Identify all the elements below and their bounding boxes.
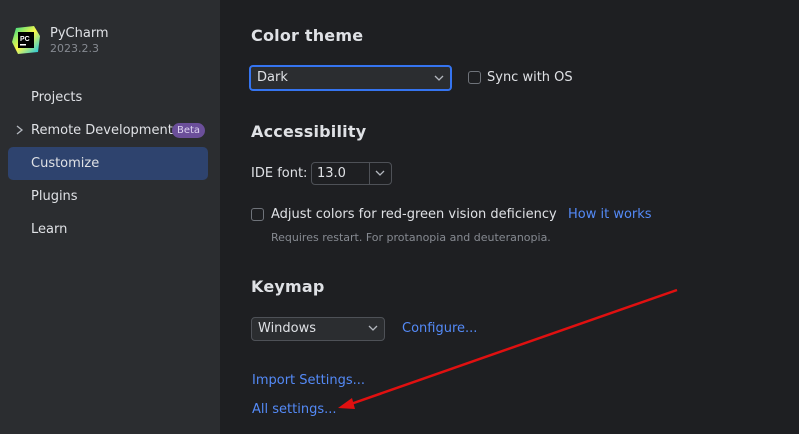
color-theme-dropdown[interactable]: Dark (249, 65, 452, 91)
combo-separator (369, 163, 370, 184)
keymap-dropdown[interactable]: Windows (251, 317, 385, 341)
chevron-down-icon (368, 325, 378, 331)
sync-with-os-checkbox[interactable] (468, 71, 481, 84)
color-theme-title: Color theme (251, 26, 364, 45)
how-it-works-link[interactable]: How it works (568, 207, 652, 222)
all-settings-link[interactable]: All settings... (252, 402, 337, 417)
sidebar-item-projects[interactable]: Projects (8, 81, 208, 114)
app-version: 2023.2.3 (50, 42, 99, 55)
sidebar-item-label: Plugins (31, 189, 78, 204)
ide-font-combo[interactable]: 13.0 (311, 162, 392, 185)
chevron-down-icon[interactable] (375, 170, 385, 177)
beta-badge: Beta (172, 123, 206, 138)
keymap-title: Keymap (251, 277, 325, 296)
ide-font-label: IDE font: (251, 166, 308, 181)
accessibility-title: Accessibility (251, 122, 367, 141)
sidebar: PC PyCharm 2023.2.3 Projects Remote Deve… (0, 0, 220, 434)
customize-panel: Color theme Dark Sync with OS Accessibil… (220, 0, 799, 434)
configure-keymap-link[interactable]: Configure... (402, 321, 477, 336)
sidebar-item-label: Remote Development (31, 123, 173, 138)
ide-font-value[interactable]: 13.0 (317, 166, 346, 181)
sidebar-item-plugins[interactable]: Plugins (8, 180, 208, 213)
pycharm-logo-icon: PC (12, 26, 40, 54)
sidebar-item-remote-development[interactable]: Remote Development Beta (8, 114, 208, 147)
color-theme-value: Dark (257, 70, 288, 85)
sidebar-item-learn[interactable]: Learn (8, 213, 208, 246)
sidebar-item-customize[interactable]: Customize (8, 147, 208, 180)
sidebar-item-label: Learn (31, 222, 68, 237)
svg-text:PC: PC (20, 36, 30, 43)
sidebar-item-label: Projects (31, 90, 83, 105)
sidebar-item-label: Customize (31, 156, 100, 171)
sync-with-os-label: Sync with OS (487, 70, 573, 85)
adjust-colors-checkbox[interactable] (251, 208, 264, 221)
keymap-value: Windows (258, 321, 317, 336)
import-settings-link[interactable]: Import Settings... (252, 373, 365, 388)
chevron-right-icon[interactable] (14, 123, 26, 137)
adjust-colors-hint: Requires restart. For protanopia and deu… (271, 231, 551, 244)
adjust-colors-label: Adjust colors for red-green vision defic… (271, 207, 557, 222)
chevron-down-icon (434, 75, 444, 81)
app-name: PyCharm (50, 26, 109, 41)
